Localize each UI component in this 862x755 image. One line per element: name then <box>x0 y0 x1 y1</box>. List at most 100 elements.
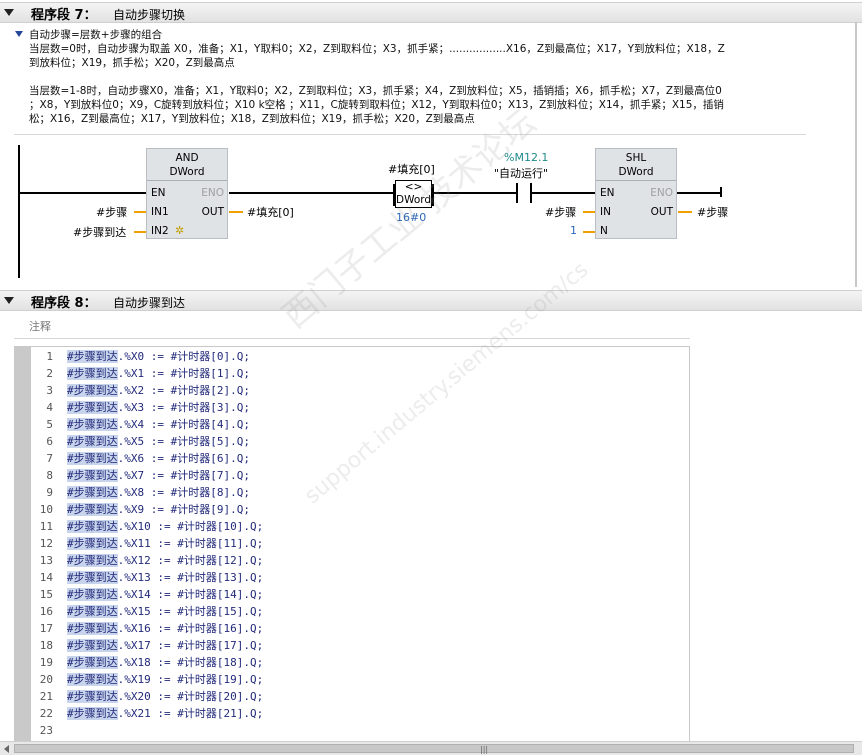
variable-token[interactable]: #步骤到达 <box>67 367 118 380</box>
code-text[interactable]: #步骤到达.%X6 := #计时器[6].Q; <box>67 450 250 467</box>
statement-token[interactable]: .%X13 := #计时器[13].Q; <box>118 571 264 584</box>
code-text[interactable]: #步骤到达.%X0 := #计时器[0].Q; <box>67 348 250 365</box>
statement-token[interactable]: .%X0 := #计时器[0].Q; <box>118 350 250 363</box>
statement-token[interactable]: .%X16 := #计时器[16].Q; <box>118 622 264 635</box>
variable-token[interactable]: #步骤到达 <box>67 554 118 567</box>
code-text[interactable]: #步骤到达.%X2 := #计时器[2].Q; <box>67 382 250 399</box>
variable-token[interactable]: #步骤到达 <box>67 452 118 465</box>
network-8-comment[interactable]: 注释 <box>14 314 690 339</box>
code-text[interactable]: #步骤到达.%X14 := #计时器[14].Q; <box>67 586 263 603</box>
code-line[interactable]: 13 #步骤到达.%X12 := #计时器[12].Q; <box>31 552 686 569</box>
statement-token[interactable]: .%X6 := #计时器[6].Q; <box>118 452 250 465</box>
code-text[interactable]: #步骤到达.%X11 := #计时器[11].Q; <box>67 535 263 552</box>
variable-token[interactable]: #步骤到达 <box>67 486 118 499</box>
code-text[interactable]: #步骤到达.%X17 := #计时器[17].Q; <box>67 637 263 654</box>
statement-token[interactable]: .%X18 := #计时器[18].Q; <box>118 656 264 669</box>
horizontal-scrollbar[interactable]: ||| <box>0 741 862 755</box>
code-line[interactable]: 19 #步骤到达.%X18 := #计时器[18].Q; <box>31 654 686 671</box>
variable-token[interactable]: #步骤到达 <box>67 435 118 448</box>
code-text[interactable]: #步骤到达.%X7 := #计时器[7].Q; <box>67 467 250 484</box>
statement-token[interactable]: .%X12 := #计时器[12].Q; <box>118 554 264 567</box>
code-line[interactable]: 14 #步骤到达.%X13 := #计时器[13].Q; <box>31 569 686 586</box>
collapse-triangle-icon[interactable] <box>4 9 14 16</box>
statement-token[interactable]: .%X17 := #计时器[17].Q; <box>118 639 264 652</box>
and-in1-operand[interactable]: #步骤 <box>96 204 127 220</box>
and-block-type[interactable]: DWord <box>147 165 227 179</box>
and-block[interactable]: AND DWord EN ENO IN1 OUT IN2 ✲ <box>146 148 228 239</box>
code-line[interactable]: 15 #步骤到达.%X14 := #计时器[14].Q; <box>31 586 686 603</box>
code-line[interactable]: 2 #步骤到达.%X1 := #计时器[1].Q; <box>31 365 686 382</box>
code-line[interactable]: 9 #步骤到达.%X8 := #计时器[8].Q; <box>31 484 686 501</box>
variable-token[interactable]: #步骤到达 <box>67 656 118 669</box>
variable-token[interactable]: #步骤到达 <box>67 622 118 635</box>
network-7-comment[interactable]: 自动步骤=层数+步骤的组合 当层数=0时，自动步骤为取盖 X0，准备；X1，Y取… <box>14 25 806 135</box>
variable-token[interactable]: #步骤到达 <box>67 707 118 720</box>
variable-token[interactable]: #步骤到达 <box>67 350 118 363</box>
code-line[interactable]: 10 #步骤到达.%X9 := #计时器[9].Q; <box>31 501 686 518</box>
statement-token[interactable]: .%X11 := #计时器[11].Q; <box>118 537 264 550</box>
code-line[interactable]: 11 #步骤到达.%X10 := #计时器[10].Q; <box>31 518 686 535</box>
code-text[interactable]: #步骤到达.%X10 := #计时器[10].Q; <box>67 518 263 535</box>
scrollbar-thumb[interactable]: ||| <box>14 744 854 754</box>
code-text[interactable]: #步骤到达.%X21 := #计时器[21].Q; <box>67 705 263 722</box>
variable-token[interactable]: #步骤到达 <box>67 588 118 601</box>
statement-token[interactable]: .%X7 := #计时器[7].Q; <box>118 469 250 482</box>
code-line[interactable]: 17 #步骤到达.%X16 := #计时器[16].Q; <box>31 620 686 637</box>
code-line[interactable]: 18 #步骤到达.%X17 := #计时器[17].Q; <box>31 637 686 654</box>
network-8-title[interactable]: 自动步骤到达 <box>113 294 185 311</box>
variable-token[interactable]: #步骤到达 <box>67 520 118 533</box>
variable-token[interactable]: #步骤到达 <box>67 639 118 652</box>
code-line[interactable]: 12 #步骤到达.%X11 := #计时器[11].Q; <box>31 535 686 552</box>
variable-token[interactable]: #步骤到达 <box>67 384 118 397</box>
code-text[interactable]: #步骤到达.%X15 := #计时器[15].Q; <box>67 603 263 620</box>
variable-token[interactable]: #步骤到达 <box>67 401 118 414</box>
variable-token[interactable]: #步骤到达 <box>67 537 118 550</box>
statement-token[interactable]: .%X1 := #计时器[1].Q; <box>118 367 250 380</box>
code-line[interactable]: 23 <box>31 722 686 739</box>
contact-left-bar[interactable] <box>516 183 518 203</box>
statement-token[interactable]: .%X15 := #计时器[15].Q; <box>118 605 264 618</box>
code-text[interactable]: #步骤到达.%X18 := #计时器[18].Q; <box>67 654 263 671</box>
variable-token[interactable]: #步骤到达 <box>67 690 118 703</box>
scroll-left-icon[interactable] <box>4 745 9 753</box>
code-text[interactable]: #步骤到达.%X9 := #计时器[9].Q; <box>67 501 250 518</box>
and-in2-operand[interactable]: #步骤到达 <box>73 224 126 240</box>
network-7-title[interactable]: 自动步骤切换 <box>113 6 185 23</box>
code-text[interactable]: #步骤到达.%X5 := #计时器[5].Q; <box>67 433 250 450</box>
code-text[interactable]: #步骤到达.%X3 := #计时器[3].Q; <box>67 399 250 416</box>
statement-token[interactable]: .%X20 := #计时器[20].Q; <box>118 690 264 703</box>
code-text[interactable]: #步骤到达.%X20 := #计时器[20].Q; <box>67 688 263 705</box>
code-line[interactable]: 22 #步骤到达.%X21 := #计时器[21].Q; <box>31 705 686 722</box>
variable-token[interactable]: #步骤到达 <box>67 571 118 584</box>
collapse-triangle-icon[interactable] <box>4 297 14 304</box>
variable-token[interactable]: #步骤到达 <box>67 673 118 686</box>
shl-block[interactable]: SHL DWord EN ENO IN OUT N <box>595 148 677 239</box>
comment-collapse-icon[interactable] <box>15 31 23 37</box>
shl-out-operand[interactable]: #步骤 <box>697 204 728 220</box>
code-text[interactable]: #步骤到达.%X13 := #计时器[13].Q; <box>67 569 263 586</box>
code-line[interactable]: 16 #步骤到达.%X15 := #计时器[15].Q; <box>31 603 686 620</box>
and-out-operand[interactable]: #填充[0] <box>247 204 294 220</box>
code-line[interactable]: 4 #步骤到达.%X3 := #计时器[3].Q; <box>31 399 686 416</box>
statement-token[interactable]: .%X5 := #计时器[5].Q; <box>118 435 250 448</box>
statement-token[interactable]: .%X14 := #计时器[14].Q; <box>118 588 264 601</box>
code-text[interactable]: #步骤到达.%X8 := #计时器[8].Q; <box>67 484 250 501</box>
statement-token[interactable]: .%X3 := #计时器[3].Q; <box>118 401 250 414</box>
variable-token[interactable]: #步骤到达 <box>67 418 118 431</box>
shl-n-operand[interactable]: 1 <box>570 224 577 237</box>
shl-in-operand[interactable]: #步骤 <box>545 204 576 220</box>
statement-token[interactable]: .%X21 := #计时器[21].Q; <box>118 707 264 720</box>
code-line[interactable]: 20 #步骤到达.%X19 := #计时器[19].Q; <box>31 671 686 688</box>
variable-token[interactable]: #步骤到达 <box>67 469 118 482</box>
statement-token[interactable]: .%X19 := #计时器[19].Q; <box>118 673 264 686</box>
statement-token[interactable]: .%X2 := #计时器[2].Q; <box>118 384 250 397</box>
statement-token[interactable]: .%X10 := #计时器[10].Q; <box>118 520 264 533</box>
code-line[interactable]: 5 #步骤到达.%X4 := #计时器[4].Q; <box>31 416 686 433</box>
code-text[interactable]: #步骤到达.%X12 := #计时器[12].Q; <box>67 552 263 569</box>
statement-token[interactable]: .%X9 := #计时器[9].Q; <box>118 503 250 516</box>
variable-token[interactable]: #步骤到达 <box>67 605 118 618</box>
code-line[interactable]: 3 #步骤到达.%X2 := #计时器[2].Q; <box>31 382 686 399</box>
shl-block-type[interactable]: DWord <box>596 165 676 179</box>
network-7-header[interactable]: 程序段 7： 自动步骤切换 <box>0 2 862 23</box>
code-text[interactable]: #步骤到达.%X16 := #计时器[16].Q; <box>67 620 263 637</box>
